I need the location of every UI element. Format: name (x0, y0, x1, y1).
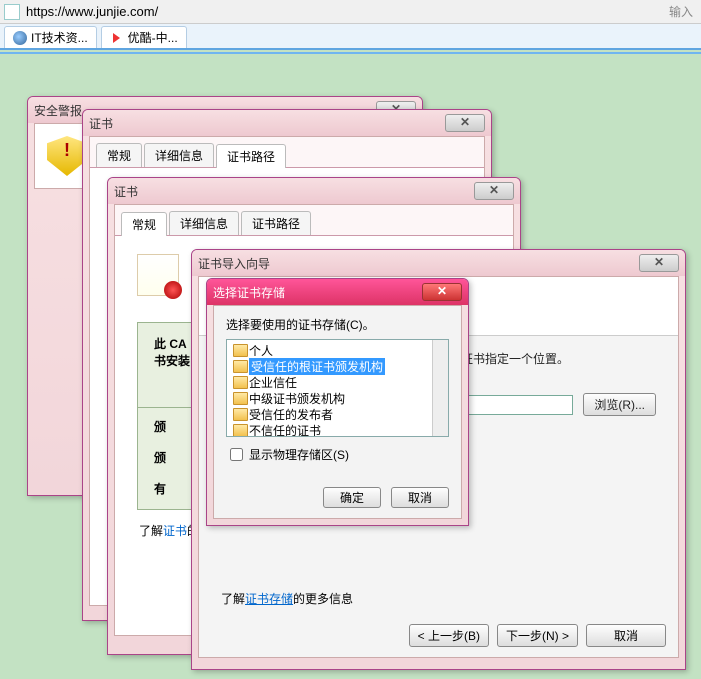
ok-button[interactable]: 确定 (323, 487, 381, 508)
addr-hint: 输入 (665, 3, 697, 20)
learn-more-wizard: 了解证书存储的更多信息 (221, 590, 353, 607)
back-button[interactable]: < 上一步(B) (409, 624, 489, 647)
cancel-button[interactable]: 取消 (391, 487, 449, 508)
tab-general[interactable]: 常规 (96, 143, 142, 167)
window-title: 选择证书存储 (213, 284, 285, 301)
titlebar[interactable]: 证书导入向导 ✕ (192, 250, 685, 276)
browser-tab-bar: IT技术资... 优酷-中... (0, 24, 701, 50)
cert-tabs: 常规 详细信息 证书路径 (90, 137, 484, 168)
browser-tab-it[interactable]: IT技术资... (4, 26, 97, 48)
cert-tabs: 常规 详细信息 证书路径 (115, 205, 513, 236)
window-title: 证书 (114, 183, 138, 200)
browser-tab-youku[interactable]: 优酷-中... (101, 26, 187, 48)
tab-path[interactable]: 证书路径 (241, 211, 311, 235)
tab-details[interactable]: 详细信息 (144, 143, 214, 167)
address-bar: 输入 (0, 0, 701, 24)
ca-text-line2: 书安装 (154, 354, 190, 368)
tree-item-untrusted[interactable]: 不信任的证书 (227, 422, 448, 437)
window-title: 证书导入向导 (198, 255, 270, 272)
shield-warning-icon (47, 136, 87, 176)
ca-text-line1: 此 CA (154, 337, 187, 351)
cancel-button[interactable]: 取消 (586, 624, 666, 647)
tree-item-enterprise[interactable]: 企业信任 (227, 374, 448, 390)
next-button[interactable]: 下一步(N) > (497, 624, 578, 647)
show-physical-checkbox[interactable] (230, 448, 243, 461)
certificate-icon (137, 254, 179, 296)
browse-button[interactable]: 浏览(R)... (583, 393, 656, 416)
show-physical-row[interactable]: 显示物理存储区(S) (226, 445, 449, 464)
cert-store-link[interactable]: 证书存储 (245, 592, 293, 606)
window-title: 证书 (89, 115, 113, 132)
tab-label: 优酷-中... (128, 29, 178, 46)
titlebar[interactable]: 证书 ✕ (108, 178, 520, 204)
tab-label: IT技术资... (31, 29, 88, 46)
tab-details[interactable]: 详细信息 (169, 211, 239, 235)
tree-item-personal[interactable]: 个人 (227, 342, 448, 358)
select-store-dialog: 选择证书存储 ✕ 选择要使用的证书存储(C)。 个人 受信任的根证书颁发机构 企… (206, 278, 469, 526)
cert-link[interactable]: 证书 (163, 524, 187, 538)
tree-item-intermediate[interactable]: 中级证书颁发机构 (227, 390, 448, 406)
tab-general[interactable]: 常规 (121, 212, 167, 236)
titlebar[interactable]: 证书 ✕ (83, 110, 491, 136)
scrollbar[interactable] (432, 340, 448, 436)
close-icon[interactable]: ✕ (639, 254, 679, 272)
tree-item-trusted-root[interactable]: 受信任的根证书颁发机构 (227, 358, 448, 374)
url-input[interactable] (24, 3, 665, 20)
close-icon[interactable]: ✕ (445, 114, 485, 132)
globe-icon (13, 31, 27, 45)
close-icon[interactable]: ✕ (422, 283, 462, 301)
store-tree[interactable]: 个人 受信任的根证书颁发机构 企业信任 中级证书颁发机构 受信任的发布者 不信任… (226, 339, 449, 437)
close-icon[interactable]: ✕ (474, 182, 514, 200)
page-icon (4, 4, 20, 20)
window-title: 安全警报 (34, 102, 82, 119)
youku-icon (110, 31, 124, 45)
titlebar[interactable]: 选择证书存储 ✕ (207, 279, 468, 305)
tree-item-trusted-publishers[interactable]: 受信任的发布者 (227, 406, 448, 422)
show-physical-label: 显示物理存储区(S) (249, 446, 349, 463)
wizard-desc: 证书指定一个位置。 (461, 350, 656, 367)
tab-path[interactable]: 证书路径 (216, 144, 286, 168)
select-store-prompt: 选择要使用的证书存储(C)。 (226, 316, 449, 333)
